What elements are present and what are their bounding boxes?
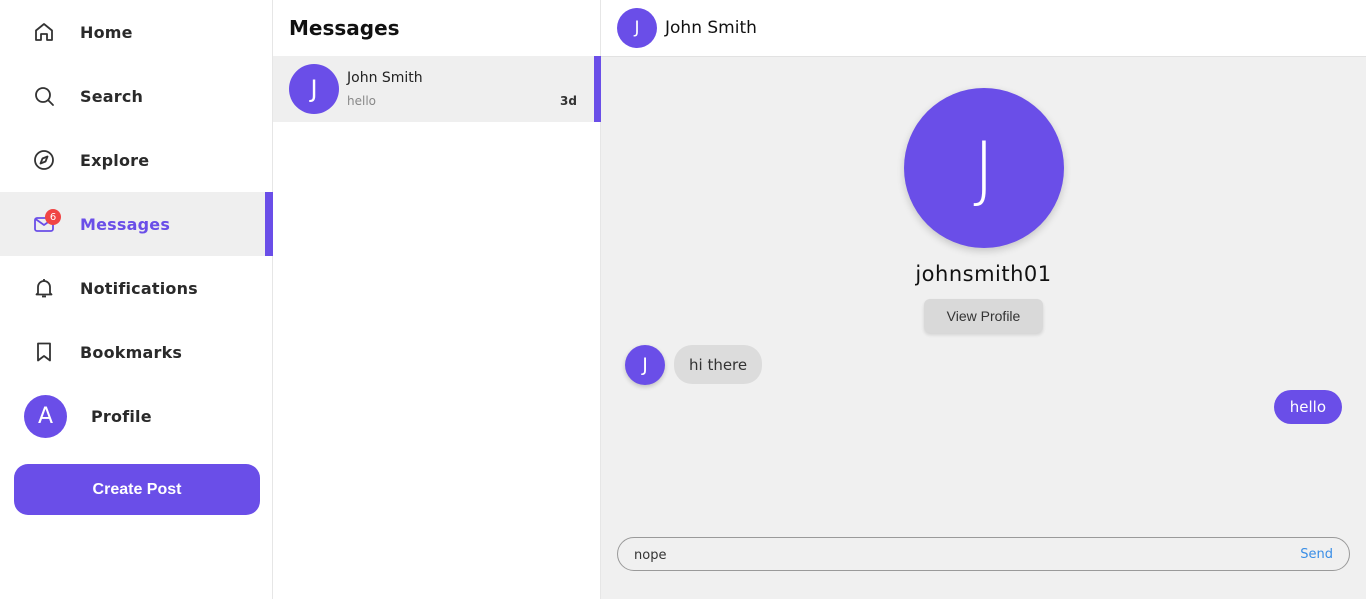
- sidebar-item-search[interactable]: Search: [0, 64, 273, 128]
- sidebar-item-bookmarks[interactable]: Bookmarks: [0, 320, 273, 384]
- avatar[interactable]: J: [617, 8, 657, 48]
- sidebar-item-label: Explore: [80, 150, 150, 170]
- chat-header: J John Smith: [601, 0, 1366, 57]
- message-bubble-incoming: hi there: [674, 345, 763, 384]
- view-profile-button[interactable]: View Profile: [924, 299, 1043, 333]
- chat-contact-name[interactable]: John Smith: [665, 18, 757, 38]
- message-composer: Send: [617, 537, 1350, 571]
- chat-panel: J John Smith J johnsmith01 View Profile …: [601, 0, 1366, 599]
- conversation-preview: hello: [347, 94, 376, 108]
- send-button[interactable]: Send: [1300, 547, 1333, 562]
- search-icon: [35, 87, 54, 106]
- avatar: A: [24, 394, 67, 438]
- sidebar-item-label: Notifications: [80, 278, 198, 298]
- conversation-name: John Smith: [347, 70, 423, 86]
- message-input[interactable]: [634, 546, 1274, 564]
- messages-panel: Messages J John Smith hello 3d: [273, 0, 601, 599]
- sidebar-item-label: Messages: [80, 214, 171, 234]
- unread-badge: 6: [45, 209, 61, 225]
- sidebar-item-profile[interactable]: A Profile: [0, 384, 273, 448]
- sidebar: Home Search Explore 6 Messages Notificat…: [0, 0, 273, 599]
- avatar: J: [625, 345, 665, 385]
- sidebar-item-explore[interactable]: Explore: [0, 128, 273, 192]
- sidebar-item-messages[interactable]: 6 Messages: [0, 192, 273, 256]
- conversation-item[interactable]: J John Smith hello 3d: [273, 56, 601, 122]
- sidebar-item-label: Home: [80, 22, 133, 42]
- sidebar-item-notifications[interactable]: Notifications: [0, 256, 273, 320]
- sidebar-item-label: Search: [80, 86, 144, 106]
- sidebar-item-label: Bookmarks: [80, 342, 183, 362]
- message-bubble-outgoing: hello: [1273, 390, 1342, 424]
- page-title: Messages: [289, 16, 400, 40]
- home-icon: [35, 23, 53, 41]
- contact-username: johnsmith01: [915, 262, 1052, 286]
- sidebar-item-home[interactable]: Home: [0, 0, 273, 64]
- compass-icon: [34, 150, 54, 170]
- conversation-time: 3d: [560, 94, 577, 108]
- create-post-button[interactable]: Create Post: [14, 464, 260, 515]
- contact-avatar-large: J: [904, 88, 1064, 248]
- sidebar-item-label: Profile: [91, 406, 152, 426]
- bell-icon: [35, 279, 53, 298]
- avatar: J: [289, 64, 339, 114]
- bookmark-icon: [37, 342, 51, 362]
